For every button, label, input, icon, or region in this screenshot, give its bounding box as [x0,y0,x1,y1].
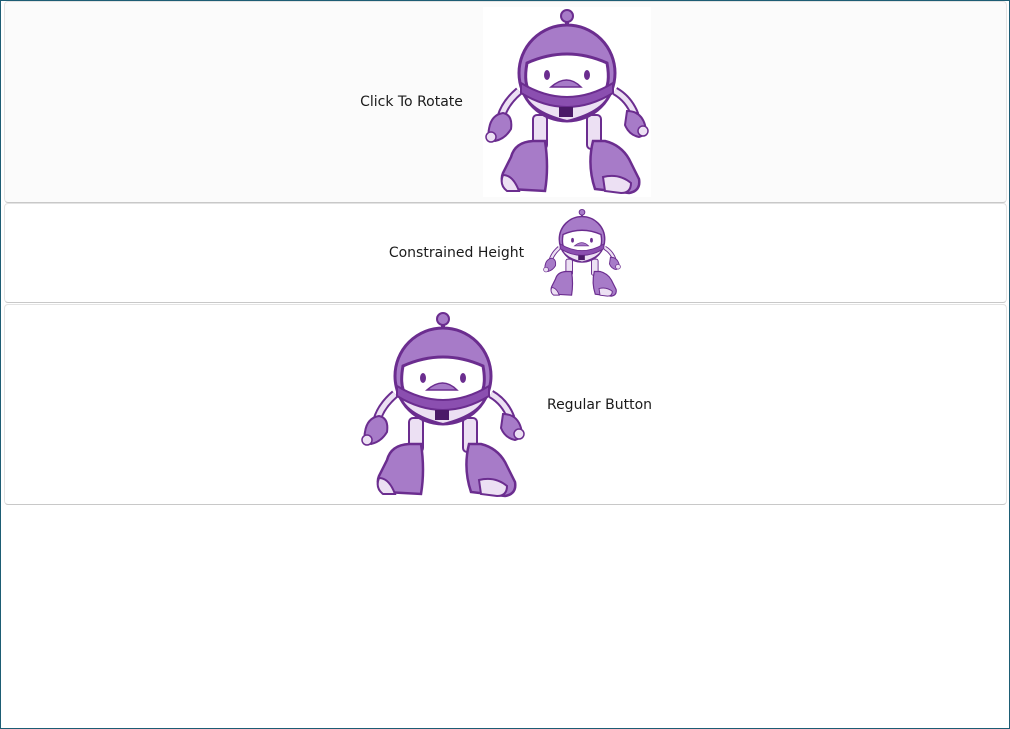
regular-button[interactable]: Regular Button [4,304,1007,505]
constrained-height-button[interactable]: Constrained Height [4,203,1007,303]
constrained-height-label: Constrained Height [388,245,525,261]
regular-button-label: Regular Button [546,396,653,413]
app-window: Click To Rotate Constrained Height Regul… [0,0,1010,729]
click-to-rotate-label: Click To Rotate [360,94,463,110]
dotnet-bot-icon [482,7,651,197]
click-to-rotate-button[interactable]: Click To Rotate [4,1,1007,203]
dotnet-bot-icon [542,208,622,298]
dotnet-bot-icon [359,310,527,500]
